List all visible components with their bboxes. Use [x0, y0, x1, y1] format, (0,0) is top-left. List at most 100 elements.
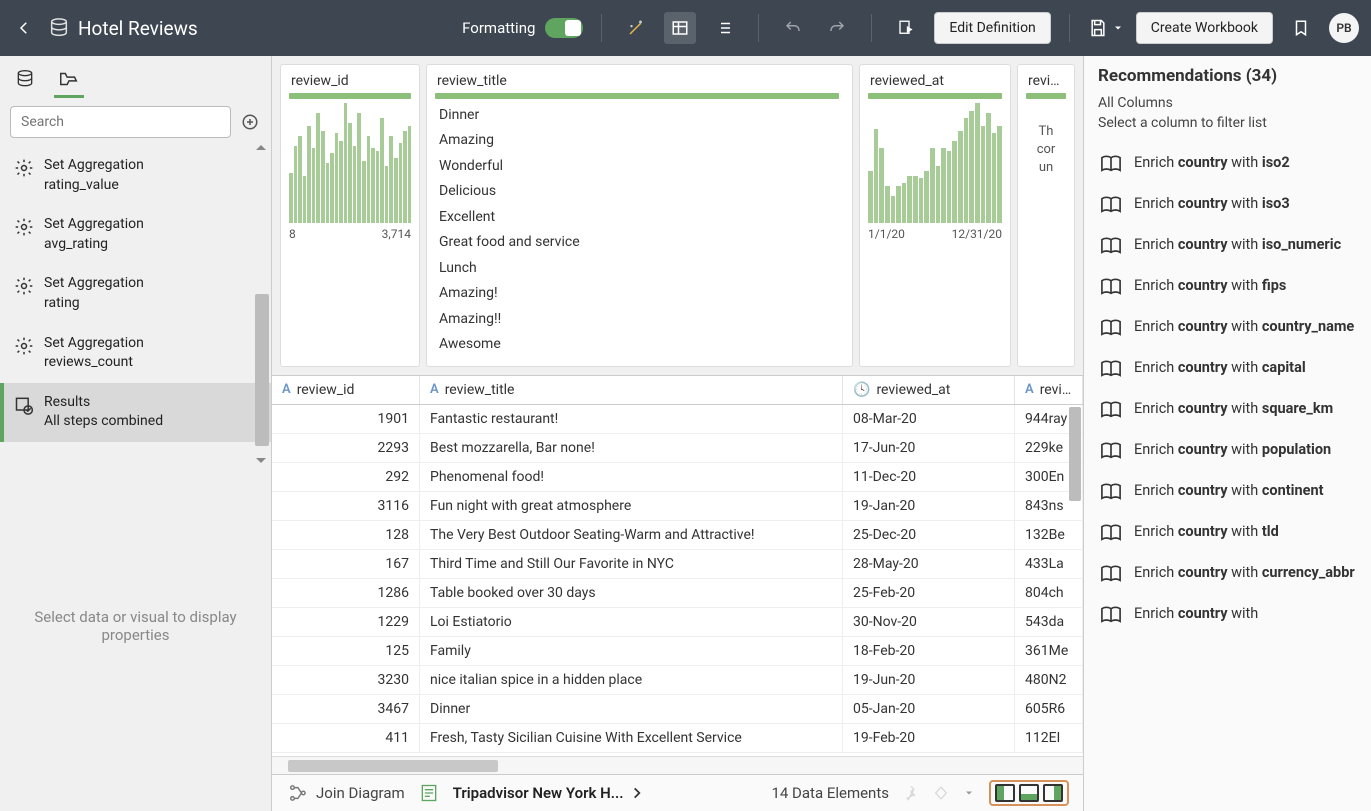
refresh-icon[interactable]	[933, 785, 949, 801]
recommendation-item[interactable]: Enrich country with	[1098, 594, 1357, 635]
grid-header: Areview_id Areview_title 🕓reviewed_at Ar…	[272, 375, 1083, 405]
recommendation-item[interactable]: Enrich country with iso2	[1098, 143, 1357, 184]
data-tab[interactable]	[12, 66, 38, 92]
pin-icon[interactable]	[903, 785, 919, 801]
page-title: Hotel Reviews	[78, 17, 198, 40]
toggle-bottom-panel[interactable]	[1019, 784, 1039, 802]
magic-wand-button[interactable]	[620, 12, 652, 44]
add-step-button[interactable]	[239, 111, 261, 133]
book-icon	[1100, 441, 1122, 461]
formatting-label: Formatting	[462, 19, 535, 37]
book-icon	[1100, 482, 1122, 502]
scroll-down-icon[interactable]	[255, 456, 267, 466]
book-icon	[1100, 359, 1122, 379]
redo-button[interactable]	[821, 12, 853, 44]
recommendation-item[interactable]: Enrich country with square_km	[1098, 389, 1357, 430]
results-step[interactable]: ResultsAll steps combined	[0, 383, 271, 442]
column-header-review-title[interactable]: Areview_title	[420, 376, 843, 404]
aggregation-step[interactable]: Set Aggregationavg_rating	[0, 205, 271, 264]
recommendation-item[interactable]: Enrich country with population	[1098, 430, 1357, 471]
search-input[interactable]	[10, 106, 231, 138]
gear-icon	[14, 217, 34, 237]
book-icon	[1100, 236, 1122, 256]
scrollbar-thumb[interactable]	[255, 294, 269, 446]
book-icon	[1100, 523, 1122, 543]
top-bar: Hotel Reviews Formatting Edit Definition…	[0, 0, 1371, 56]
book-icon	[1100, 195, 1122, 215]
join-diagram-button[interactable]: Join Diagram	[286, 784, 405, 802]
book-icon	[1100, 564, 1122, 584]
steps-tab[interactable]	[56, 66, 82, 92]
export-button[interactable]	[890, 12, 922, 44]
table-row[interactable]: 1229Loi Estiatorio30-Nov-20543da	[272, 608, 1083, 637]
horizontal-scrollbar[interactable]	[272, 756, 1083, 774]
table-row[interactable]: 3230nice italian spice in a hidden place…	[272, 666, 1083, 695]
toggle-right-panel[interactable]	[1043, 784, 1063, 802]
recommendation-item[interactable]: Enrich country with country_name	[1098, 307, 1357, 348]
profile-reviewed-at[interactable]: reviewed_at 1/1/2012/31/20	[859, 64, 1011, 367]
steps-list: Set Aggregationrating_valueSet Aggregati…	[0, 146, 271, 442]
dataset-breadcrumb[interactable]: Tripadvisor New York H...	[419, 783, 644, 803]
scrollbar-thumb[interactable]	[1069, 407, 1081, 501]
list-view-button[interactable]	[708, 12, 740, 44]
chevron-right-icon	[630, 786, 644, 800]
table-row[interactable]: 3116Fun night with great atmosphere19-Ja…	[272, 492, 1083, 521]
toggle-left-panel[interactable]	[995, 784, 1015, 802]
user-avatar[interactable]: PB	[1329, 13, 1359, 43]
recommendation-item[interactable]: Enrich country with currency_abbr	[1098, 553, 1357, 594]
aggregation-step[interactable]: Set Aggregationreviews_count	[0, 324, 271, 383]
left-sidebar: Set Aggregationrating_valueSet Aggregati…	[0, 56, 272, 811]
csv-icon	[419, 783, 439, 803]
aggregation-step[interactable]: Set Aggregationrating	[0, 264, 271, 323]
table-row[interactable]: 1286Table booked over 30 days25-Feb-2080…	[272, 579, 1083, 608]
table-row[interactable]: 3467Dinner05-Jan-20605R6	[272, 695, 1083, 724]
dataset-title: Hotel Reviews	[48, 17, 198, 40]
panel-layout-toggles	[989, 780, 1069, 806]
table-view-button[interactable]	[664, 12, 696, 44]
table-row[interactable]: 411Fresh, Tasty Sicilian Cuisine With Ex…	[272, 724, 1083, 753]
recommendation-item[interactable]: Enrich country with continent	[1098, 471, 1357, 512]
grid-body[interactable]: 1901Fantastic restaurant!08-Mar-20944ray…	[272, 405, 1083, 757]
recommendation-item[interactable]: Enrich country with fips	[1098, 266, 1357, 307]
recommendations-title: Recommendations (34)	[1098, 66, 1357, 86]
recommendation-item[interactable]: Enrich country with tld	[1098, 512, 1357, 553]
table-row[interactable]: 167Third Time and Still Our Favorite in …	[272, 550, 1083, 579]
table-row[interactable]: 125Family18-Feb-20361Me	[272, 637, 1083, 666]
back-button[interactable]	[12, 16, 36, 40]
truncated-note: Thcorun	[1018, 103, 1074, 198]
column-header-reviewed-at[interactable]: 🕓reviewed_at	[843, 376, 1015, 404]
book-icon	[1100, 400, 1122, 420]
recommendation-item[interactable]: Enrich country with iso3	[1098, 184, 1357, 225]
table-row[interactable]: 1901Fantastic restaurant!08-Mar-20944ray	[272, 405, 1083, 434]
recommendation-item[interactable]: Enrich country with iso_numeric	[1098, 225, 1357, 266]
edit-definition-button[interactable]: Edit Definition	[934, 12, 1050, 44]
gear-icon	[14, 276, 34, 296]
book-icon	[1100, 154, 1122, 174]
formatting-toggle[interactable]	[545, 18, 583, 38]
column-header-reviewer[interactable]: Arevi…	[1015, 376, 1083, 404]
save-button[interactable]	[1088, 18, 1124, 38]
column-header-review-id[interactable]: Areview_id	[272, 376, 420, 404]
table-row[interactable]: 292Phenomenal food!11-Dec-20300En	[272, 463, 1083, 492]
results-icon	[14, 395, 34, 415]
profile-review-title[interactable]: review_title DinnerAmazingWonderfulDelic…	[426, 64, 853, 367]
dropdown-icon[interactable]	[963, 787, 975, 799]
clock-icon: 🕓	[853, 382, 870, 398]
scroll-up-icon[interactable]	[255, 142, 267, 152]
book-icon	[1100, 318, 1122, 338]
book-icon	[1100, 277, 1122, 297]
profile-review-id[interactable]: review_id 83,714	[280, 64, 420, 367]
undo-button[interactable]	[777, 12, 809, 44]
recommendations-list[interactable]: Enrich country with iso2Enrich country w…	[1098, 143, 1357, 635]
table-row[interactable]: 2293Best mozzarella, Bar none!17-Jun-202…	[272, 434, 1083, 463]
bookmark-button[interactable]	[1285, 12, 1317, 44]
column-profile-row: review_id 83,714 review_title DinnerAmaz…	[272, 56, 1083, 367]
aggregation-step[interactable]: Set Aggregationrating_value	[0, 146, 271, 205]
properties-empty-hint: Select data or visual to display propert…	[0, 442, 271, 811]
recommendations-panel: Recommendations (34) All Columns Select …	[1083, 56, 1371, 811]
table-row[interactable]: 128The Very Best Outdoor Seating-Warm an…	[272, 521, 1083, 550]
recommendation-item[interactable]: Enrich country with capital	[1098, 348, 1357, 389]
create-workbook-button[interactable]: Create Workbook	[1136, 12, 1273, 44]
profile-reviewer[interactable]: review… Thcorun	[1017, 64, 1075, 367]
formatting-toggle-wrap: Formatting	[462, 18, 583, 38]
